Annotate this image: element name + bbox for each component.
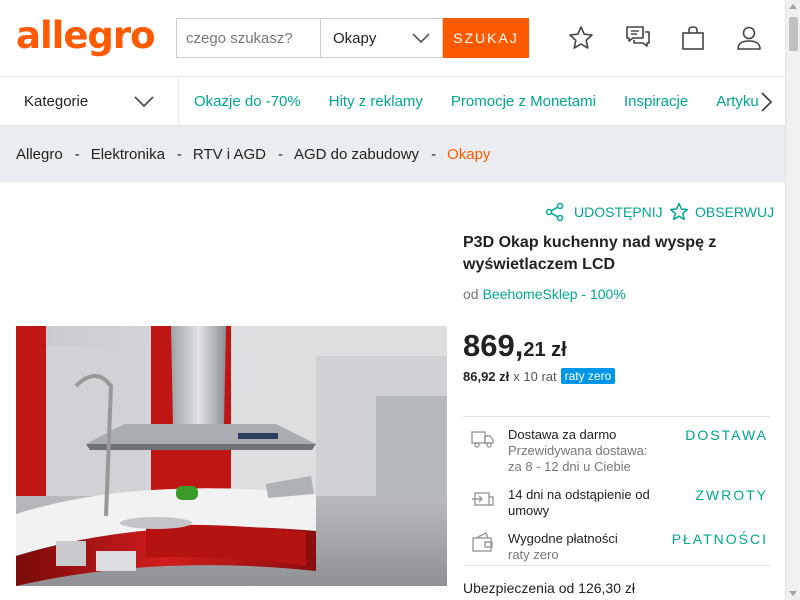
breadcrumb-separator: - [431,145,437,163]
breadcrumb: Allegro - Elektronika - RTV i AGD - AGD … [0,126,785,182]
nav-link-deals[interactable]: Okazje do -70% [194,93,301,110]
returns-text: 14 dni na odstąpienie od umowy [508,487,650,518]
wallet-icon [472,532,493,552]
search-input[interactable] [176,18,320,58]
breadcrumb-separator: - [277,145,283,163]
delivery-estimate: za 8 - 12 dni u Ciebie [508,459,631,474]
chat-icon[interactable] [624,24,652,52]
nav-links: Okazje do -70% Hity z reklamy Promocje z… [194,77,758,126]
installments: 86,92 zł x 10 rat raty zero [463,368,616,384]
delivery-info-box: Dostawa za darmo Przewidywana dostawa: z… [463,416,770,566]
user-icon[interactable] [735,24,763,52]
returns-link[interactable]: ZWROTY [695,487,768,503]
product-image[interactable] [16,326,447,586]
share-icon [545,202,564,222]
star-icon[interactable] [567,24,595,52]
seller-prefix: od [463,286,479,302]
category-select[interactable]: Okapy [320,18,443,58]
breadcrumb-current[interactable]: Okapy [447,146,490,163]
allegro-logo[interactable]: allegro [16,16,156,56]
nav-link-coins-promos[interactable]: Promocje z Monetami [451,93,596,110]
installment-amount: 86,92 zł [463,368,510,384]
breadcrumb-item[interactable]: Allegro [16,146,63,163]
scroll-up-arrow[interactable] [789,4,797,9]
payments-title: Wygodne płatności [508,531,618,546]
watch-label: OBSERWUJ [695,204,775,220]
category-select-value: Okapy [333,29,377,47]
bag-icon[interactable] [679,24,707,52]
categories-dropdown[interactable]: Kategorie [0,77,179,126]
scrollbar-thumb[interactable] [789,17,798,51]
share-button[interactable]: UDOSTĘPNIJ [545,202,663,222]
watch-button[interactable]: OBSERWUJ [669,202,774,222]
installment-count: x 10 rat [513,368,557,384]
breadcrumb-item[interactable]: Elektronika [91,146,165,163]
scroll-down-arrow[interactable] [789,591,797,596]
payments-subtitle: raty zero [508,547,559,562]
breadcrumb-separator: - [176,145,182,163]
search-button[interactable]: SZUKAJ [443,18,529,58]
breadcrumb-item[interactable]: AGD do zabudowy [294,146,419,163]
product-price: 869,21 zł [463,328,567,364]
seller-link[interactable]: BeehomeSklep - 100% [483,286,626,302]
delivery-text: Dostawa za darmo Przewidywana dostawa: z… [508,427,668,475]
truck-icon [471,431,494,448]
nav-link-articles[interactable]: Artykuły [716,93,758,110]
categories-label: Kategorie [24,93,89,110]
product-title: P3D Okap kuchenny nad wyspę z wyświetlac… [463,234,717,273]
scrollbar[interactable] [785,0,800,600]
breadcrumb-item[interactable]: RTV i AGD [193,146,266,163]
delivery-estimate-label: Przewidywana dostawa: [508,443,648,458]
chevron-down-icon [412,33,430,43]
product-section: UDOSTĘPNIJ OBSERWUJ P3D Okap kuchenny na… [0,182,785,600]
installment-badge[interactable]: raty zero [560,368,616,384]
header: allegro Okapy SZUKAJ [0,0,785,77]
share-label: UDOSTĘPNIJ [574,204,663,220]
payments-text: Wygodne płatności raty zero [508,531,668,563]
search-bar: Okapy SZUKAJ [176,18,529,58]
payments-link[interactable]: PŁATNOŚCI [672,531,768,547]
returns-icon [472,492,494,506]
chevron-down-icon [134,95,154,107]
breadcrumb-separator: - [74,145,80,163]
delivery-title: Dostawa za darmo [508,427,617,442]
category-nav: Kategorie Okazje do -70% Hity z reklamy … [0,77,785,126]
nav-link-inspirations[interactable]: Inspiracje [624,93,688,110]
price-integer: 869, [463,328,524,363]
star-icon [669,202,689,221]
seller-line: od BeehomeSklep - 100% [463,286,626,302]
delivery-link[interactable]: DOSTAWA [685,427,768,443]
insurance-info: Ubezpieczenia od 126,30 zł [463,580,636,596]
price-decimal: 21 zł [523,339,567,361]
chevron-right-icon[interactable] [758,91,774,113]
nav-link-ad-hits[interactable]: Hity z reklamy [329,93,423,110]
